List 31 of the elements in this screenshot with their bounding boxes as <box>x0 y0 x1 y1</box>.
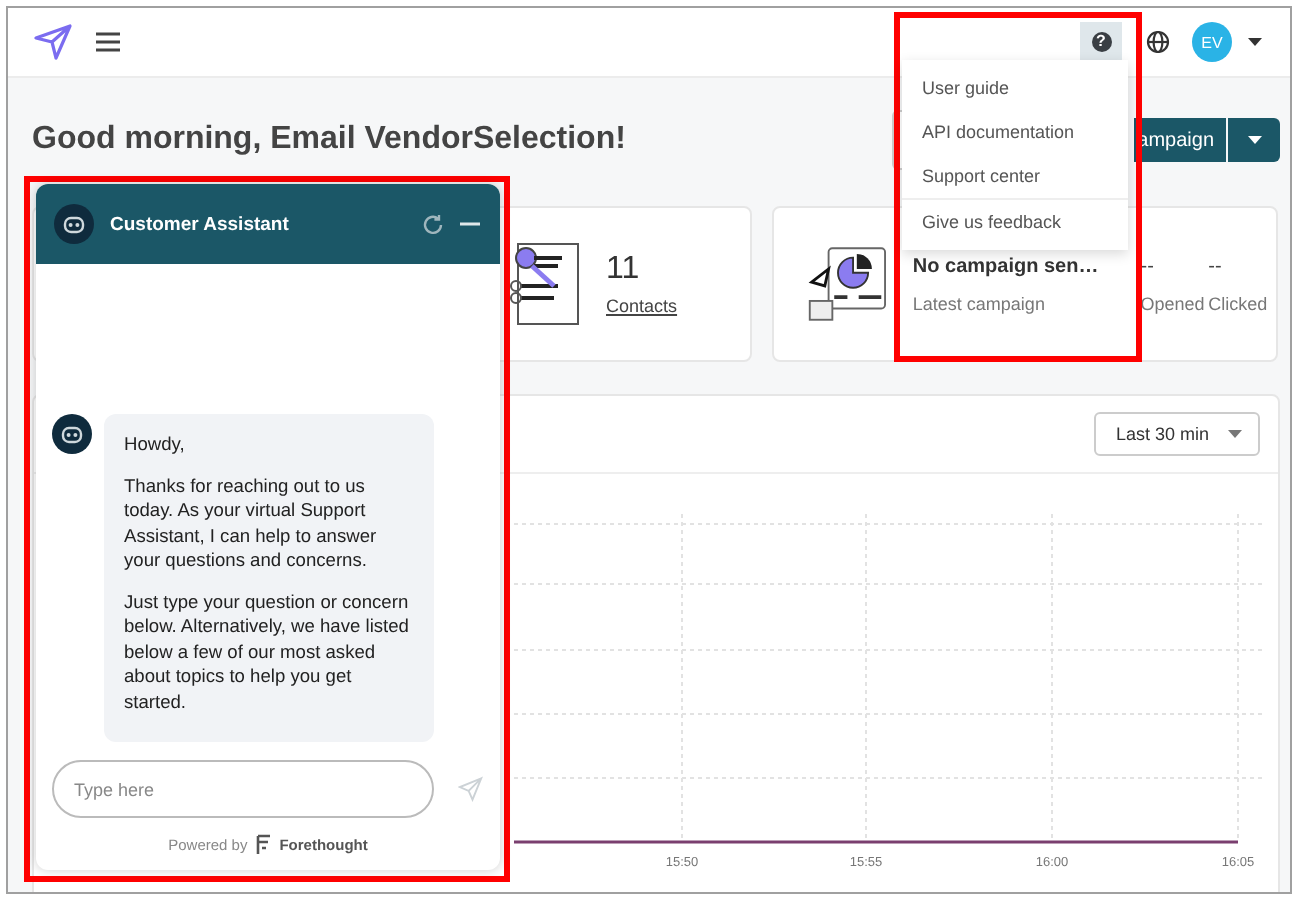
menu-item[interactable]: Support center <box>902 154 1128 198</box>
bot-avatar-icon <box>54 204 94 244</box>
time-range-select[interactable]: Last 30 min <box>1094 412 1260 456</box>
greeting-heading: Good morning, Email VendorSelection! <box>32 122 626 158</box>
message-input[interactable]: Type here <box>52 760 435 818</box>
metric-value: -- <box>1208 255 1224 277</box>
help-button[interactable]: ? <box>1080 22 1122 62</box>
dropdown-button[interactable] <box>1228 118 1280 162</box>
caret-icon <box>1228 430 1242 438</box>
contacts-link[interactable]: Contacts <box>606 296 678 316</box>
contacts-count: 11 <box>606 252 642 288</box>
menu-icon[interactable] <box>96 32 120 52</box>
metric-label: Clicked <box>1208 293 1270 313</box>
chat-title: Customer Assistant <box>110 213 289 235</box>
metric-label: Opened <box>1140 293 1207 313</box>
campaign-name: No campaign sen… <box>912 255 1101 277</box>
message-text: Thanks for reaching out to us today. As your virtual Support Assistant, I can help to answer your questions and concerns. <box>124 473 379 573</box>
caret-icon[interactable] <box>1248 38 1262 46</box>
menu-item[interactable]: Give us feedback <box>902 200 1128 244</box>
globe-icon[interactable] <box>1146 30 1170 54</box>
campaign-report-icon <box>806 242 889 326</box>
message-text: Howdy, <box>124 432 187 457</box>
refresh-icon[interactable] <box>422 213 444 235</box>
brand-logo-icon <box>255 834 272 856</box>
campaign-caption: Latest campaign <box>912 293 1047 313</box>
menu-item[interactable]: User guide <box>902 66 1128 110</box>
paper-plane-logo-icon[interactable] <box>34 24 72 60</box>
bot-avatar-icon <box>52 414 92 454</box>
menu-item[interactable]: API documentation <box>902 110 1128 154</box>
message-text: Just type your question or concern below. Alternatively, we have listed below a few of our most asked about topics to help you get started. <box>124 589 411 714</box>
caret-icon <box>1247 136 1261 144</box>
